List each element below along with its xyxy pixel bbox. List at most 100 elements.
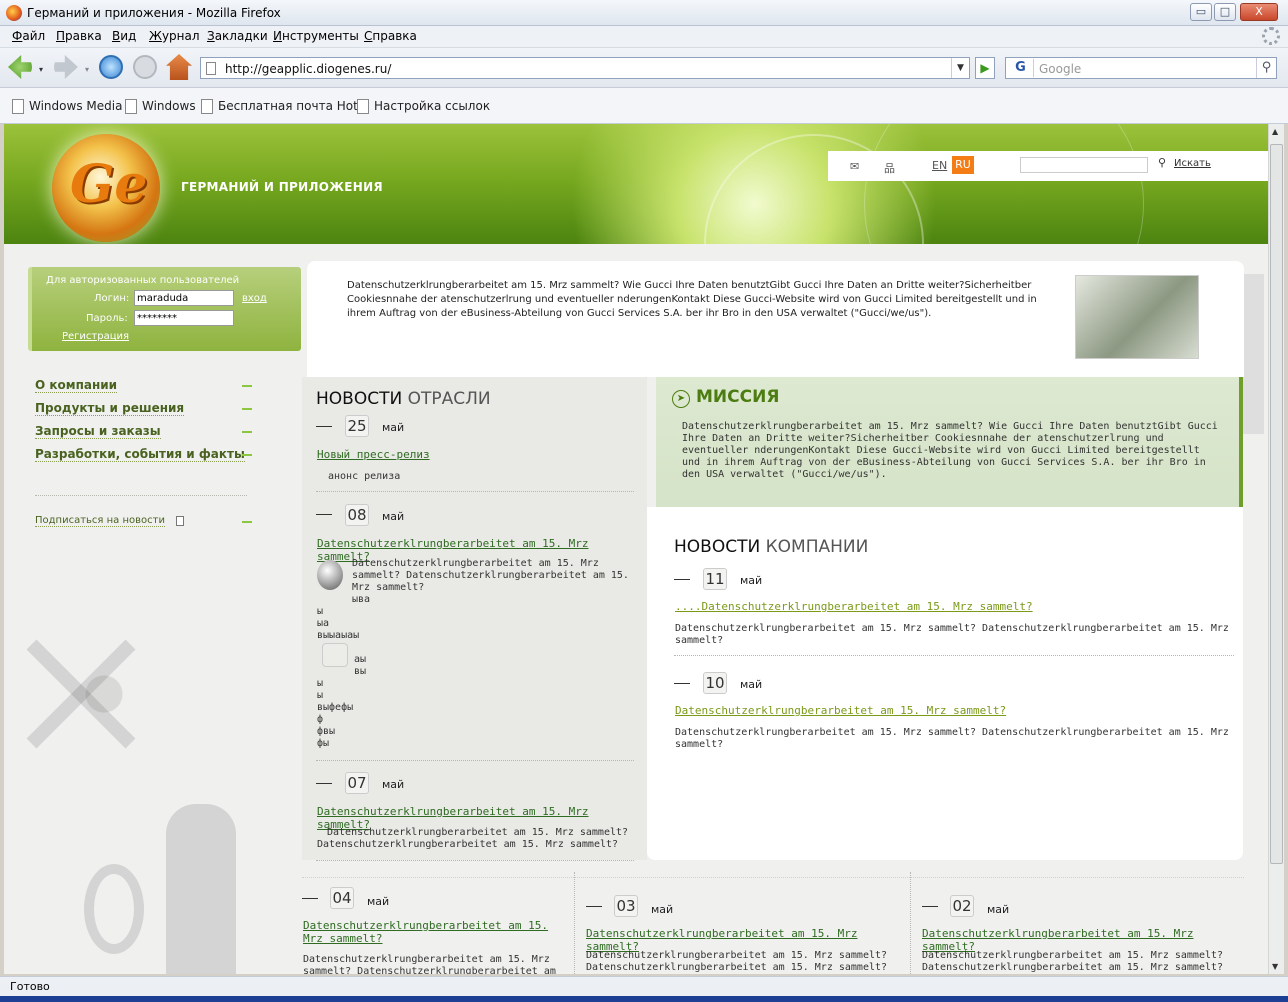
firefox-icon [6,5,22,21]
gear-decoration-icon [44,634,164,754]
search-bar[interactable]: G Google ⚲ [1005,57,1277,79]
divider [316,860,634,861]
mission-text: Datenschutzerklrungberarbeitet am 15. Mr… [682,421,1218,480]
news-month: май [740,574,763,587]
site-header: Ge ГЕРМАНИЙ И ПРИЛОЖЕНИЯ ✉ 品 EN RU ⚲ Иск… [4,124,1268,244]
news-month: май [651,903,674,916]
scroll-down-icon[interactable]: ▼ [1272,962,1278,971]
nav-dash [242,454,252,456]
nav-item-products[interactable]: Продукты и решения [35,401,185,416]
bookmark-item[interactable]: Windows [125,99,196,114]
news-link[interactable]: ....Datenschutzerklrungberarbeitet am 15… [675,600,1033,613]
password-label: Пароль: [86,313,128,324]
intro-image [1075,275,1199,359]
title-bar: Германий и приложения - Mozilla Firefox … [0,0,1288,26]
forward-dropdown-icon[interactable]: ▾ [85,65,89,74]
news-text: выыаыаы [317,630,360,641]
bookmark-item[interactable]: Бесплатная почта Hot... [201,99,369,114]
title-part: ОТРАСЛИ [407,389,491,409]
nav-dash [242,385,252,387]
menu-tools[interactable]: Инструменты [273,29,359,43]
news-month: май [382,421,405,434]
login-label: Логин: [94,293,130,304]
news-text: Datenschutzerklrungberarbeitet am 15. Mr… [352,558,629,593]
news-text: фвы [317,726,336,737]
go-button[interactable]: ▶ [975,57,995,79]
intro-text: Datenschutzerklrungberarbeitet am 15. Mr… [347,280,1037,319]
news-month: май [382,778,405,791]
search-placeholder: Google [1039,62,1082,76]
minimize-button[interactable]: ▭ [1190,3,1212,21]
bookmark-item[interactable]: Windows Media [12,99,122,114]
news-text: Datenschutzerklrungberarbeitet am 15. Mr… [675,623,1229,646]
enter-link[interactable]: вход [242,293,267,304]
menu-help[interactable]: Справка [364,29,417,43]
news-text: ф [317,714,324,725]
divider [35,495,247,496]
logo-text: Ge [70,154,148,215]
menu-view[interactable]: Вид [112,29,136,43]
back-arrow-icon[interactable] [8,55,32,79]
search-button[interactable]: Искать [1174,158,1211,169]
stop-icon[interactable] [133,55,157,79]
close-button[interactable]: X [1240,3,1278,21]
forward-arrow-icon[interactable] [54,55,78,79]
nav-item-developments[interactable]: Разработки, события и факты [35,447,245,462]
search-icon[interactable]: ⚲ [1158,156,1166,169]
news-text: ы [317,678,324,689]
news-month: май [987,903,1010,916]
back-dropdown-icon[interactable]: ▾ [39,65,43,74]
nav-dash [242,408,252,410]
password-input[interactable] [134,310,234,326]
news-text: анонс релиза [328,471,401,482]
news-link[interactable]: Datenschutzerklrungberarbeitet am 15. Mr… [675,704,1006,717]
news-month: май [367,895,390,908]
news-link[interactable]: Новый пресс-релиз [317,448,430,461]
bookmark-item[interactable]: Настройка ссылок [357,99,490,114]
news-link[interactable]: Datenschutzerklrungberarbeitet am 15. Mr… [303,919,563,945]
nav-item-about[interactable]: О компании [35,378,118,393]
menu-history[interactable]: Журнал [149,29,200,43]
decoration [864,124,1144,244]
site-logo[interactable]: Ge [52,134,160,242]
maximize-button[interactable]: □ [1214,3,1236,21]
url-bar[interactable]: http://geapplic.diogenes.ru/ ▼ [200,57,970,79]
window-title: Германий и приложения - Mozilla Firefox [27,6,281,20]
mail-icon[interactable]: ✉ [850,160,859,173]
menu-bookmarks[interactable]: Закладки [207,29,268,43]
industry-news-title: НОВОСТИ ОТРАСЛИ [316,389,491,409]
menu-bar: Файл Правка Вид Журнал Закладки Инструме… [0,26,1288,48]
divider [316,491,634,492]
site-name: ГЕРМАНИЙ И ПРИЛОЖЕНИЯ [181,180,383,194]
news-text: выфефы [317,702,354,713]
bottom-news-item: 04 май Datenschutzerklrungberarbeitet am… [302,871,567,974]
login-input[interactable] [134,290,234,306]
menu-file[interactable]: Файл [12,29,45,43]
dash [922,906,938,907]
lang-ru-link[interactable]: RU [952,156,974,174]
home-icon[interactable] [166,54,192,80]
news-text: ы [317,606,324,617]
industry-news: НОВОСТИ ОТРАСЛИ 25 май Новый пресс-релиз… [302,377,647,861]
site-search-input[interactable] [1020,157,1148,173]
decoration [84,864,144,954]
url-dropdown-icon[interactable]: ▼ [951,58,969,78]
status-bar: Готово [0,976,1288,996]
search-engine-icon[interactable]: G [1008,59,1034,77]
title-part: НОВОСТИ [674,537,761,557]
reload-icon[interactable] [99,55,123,79]
lang-en-link[interactable]: EN [932,159,947,172]
magnifier-icon[interactable]: ⚲ [1256,58,1276,78]
bottom-news-item: 02 май Datenschutzerklrungberarbeitet am… [920,871,1240,974]
subscribe-link[interactable]: Подписаться на новости [35,515,165,527]
scrollbar-thumb[interactable] [1270,144,1283,864]
throbber-icon [1262,27,1280,45]
news-day: 08 [345,504,369,526]
vertical-scrollbar[interactable]: ▲ ▼ [1268,124,1284,974]
news-text: Datenschutzerklrungberarbeitet am 15. Mr… [317,827,629,850]
scroll-up-icon[interactable]: ▲ [1272,127,1278,136]
sitemap-icon[interactable]: 品 [884,160,895,176]
nav-item-requests[interactable]: Запросы и заказы [35,424,161,439]
register-link[interactable]: Регистрация [62,331,129,342]
menu-edit[interactable]: Правка [56,29,102,43]
